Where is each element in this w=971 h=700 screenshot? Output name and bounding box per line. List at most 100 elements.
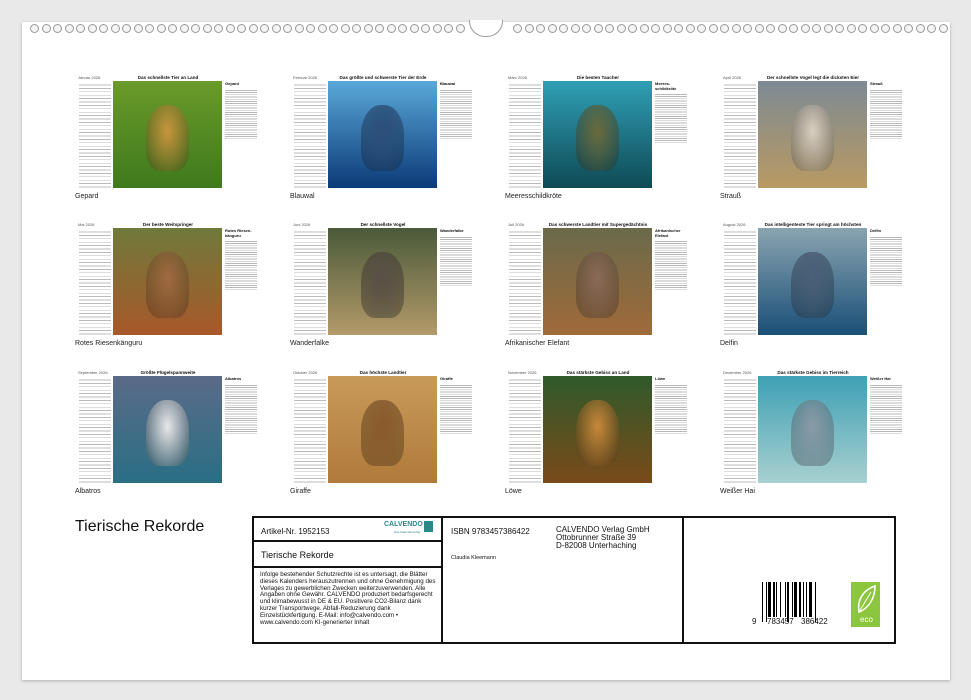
binding-hole [364, 24, 373, 33]
calendar-title: Tierische Rekorde [75, 518, 204, 536]
barcode-digits-right: 386422 [801, 617, 828, 626]
binding-hole [916, 24, 925, 33]
month-label: Juli 2026 [508, 222, 524, 227]
barcode-bar [780, 582, 781, 617]
binding-hole [789, 24, 798, 33]
animal-caption: Blauwal [290, 193, 315, 200]
barcode-bar [803, 582, 804, 617]
publisher-address: CALVENDO Verlag GmbH Ottobrunner Straße … [556, 526, 650, 550]
month-page[interactable]: Juli 2026 Das schwerste Landtier mit Sup… [505, 222, 717, 357]
animal-photo [758, 376, 867, 483]
binding-hole [272, 24, 281, 33]
month-label: Dezember 2026 [723, 370, 751, 375]
month-page[interactable]: Februar 2026 Das größte und schwerste Ti… [290, 75, 502, 210]
binding-hole [375, 24, 384, 33]
eco-badge: eco [851, 582, 880, 627]
binding-hole [145, 24, 154, 33]
binding-hole [30, 24, 39, 33]
binding-hole [341, 24, 350, 33]
calvendo-tagline: Das Kalenderverlag [394, 530, 420, 534]
month-page[interactable]: September 2026 Größte Flügelspannweite A… [75, 370, 287, 505]
binding-hole [582, 24, 591, 33]
publisher-cell: ISBN 9783457386422 Claudia Kleemann CALV… [441, 516, 684, 644]
binding-hole [283, 24, 292, 33]
month-page[interactable]: Oktober 2026 Das höchste Landtier Giraff… [290, 370, 502, 505]
barcode-bar [762, 582, 763, 622]
animal-caption: Strauß [720, 193, 741, 200]
date-lines [294, 82, 326, 188]
animal-caption: Albatros [75, 488, 101, 495]
month-page[interactable]: April 2026 Der schnellste Vogel legt die… [720, 75, 932, 210]
date-lines [724, 377, 756, 483]
month-title: Das schnellste Tier an Land [113, 75, 223, 80]
month-page[interactable]: Mai 2026 Der beste Weitspringer Rotes Ri… [75, 222, 287, 357]
animal-photo [758, 228, 867, 335]
publisher-city: D-82008 Unterhaching [556, 542, 650, 550]
month-label: November 2026 [508, 370, 536, 375]
article-cell: Artikel-Nr. 1952153 CALVENDO Das Kalende… [252, 516, 443, 542]
animal-caption: Weißer Hai [720, 488, 755, 495]
binding-hole [778, 24, 787, 33]
info-heading: Delfin [870, 229, 902, 234]
info-text [440, 385, 472, 435]
binding-hole [709, 24, 718, 33]
info-heading: Albatros [225, 377, 257, 382]
binding-hole [640, 24, 649, 33]
month-page[interactable]: Januar 2026 Das schnellste Tier an Land … [75, 75, 287, 210]
month-label: April 2026 [723, 75, 741, 80]
binding-hole [421, 24, 430, 33]
calvendo-logo: CALVENDO [384, 521, 423, 528]
binding-hole [559, 24, 568, 33]
info-text [225, 385, 257, 435]
binding-hole [295, 24, 304, 33]
binding-hole [237, 24, 246, 33]
binding-hole [939, 24, 948, 33]
animal-caption: Giraffe [290, 488, 311, 495]
binding-hole [743, 24, 752, 33]
binding-hole [651, 24, 660, 33]
month-label: Januar 2026 [78, 75, 100, 80]
binding-hole [88, 24, 97, 33]
binding-hole [157, 24, 166, 33]
binding-hole [904, 24, 913, 33]
binding-hole [226, 24, 235, 33]
barcode-bar [809, 582, 812, 617]
binding-hole [893, 24, 902, 33]
binding-hole [594, 24, 603, 33]
legal-text: Infolge bestehender Schutzrechte ist es … [260, 572, 440, 626]
month-page[interactable]: November 2026 Das stärkste Gebiss an Lan… [505, 370, 717, 505]
binding-hole [111, 24, 120, 33]
info-heading: Rotes Riesen-känguru [225, 229, 257, 238]
binding-hole [318, 24, 327, 33]
info-text [225, 90, 257, 140]
animal-photo [758, 81, 867, 188]
info-heading: Löwe [655, 377, 687, 382]
barcode-bar [799, 582, 801, 617]
binding-hole [513, 24, 522, 33]
animal-info: Rotes Riesen-känguru [225, 229, 257, 291]
barcode-bar [787, 582, 789, 622]
month-page[interactable]: Juni 2026 Der schnellste Vogel Wanderfal… [290, 222, 502, 357]
binding-hole [927, 24, 936, 33]
month-title: Das schwerste Landtier mit Supergedächtn… [543, 222, 653, 227]
binding-hole [410, 24, 419, 33]
month-label: Februar 2026 [293, 75, 317, 80]
month-label: Juni 2026 [293, 222, 310, 227]
barcode-digit-lead: 9 [752, 617, 756, 626]
barcode-bar [776, 582, 777, 617]
month-page[interactable]: März 2026 Die besten Taucher Meeres-schi… [505, 75, 717, 210]
binding-hole [329, 24, 338, 33]
barcode-bar [766, 582, 767, 622]
barcode-bar [792, 582, 793, 617]
month-page[interactable]: Dezember 2026 Das stärkste Gebiss im Tie… [720, 370, 932, 505]
animal-info: Blauwal [440, 82, 472, 140]
animal-photo [328, 376, 437, 483]
month-label: Mai 2026 [78, 222, 94, 227]
binding-hole [433, 24, 442, 33]
animal-photo [328, 228, 437, 335]
month-page[interactable]: August 2026 Das intelligenteste Tier spr… [720, 222, 932, 357]
binding-hole [571, 24, 580, 33]
animal-info: Albatros [225, 377, 257, 435]
month-label: März 2026 [508, 75, 527, 80]
date-lines [294, 377, 326, 483]
